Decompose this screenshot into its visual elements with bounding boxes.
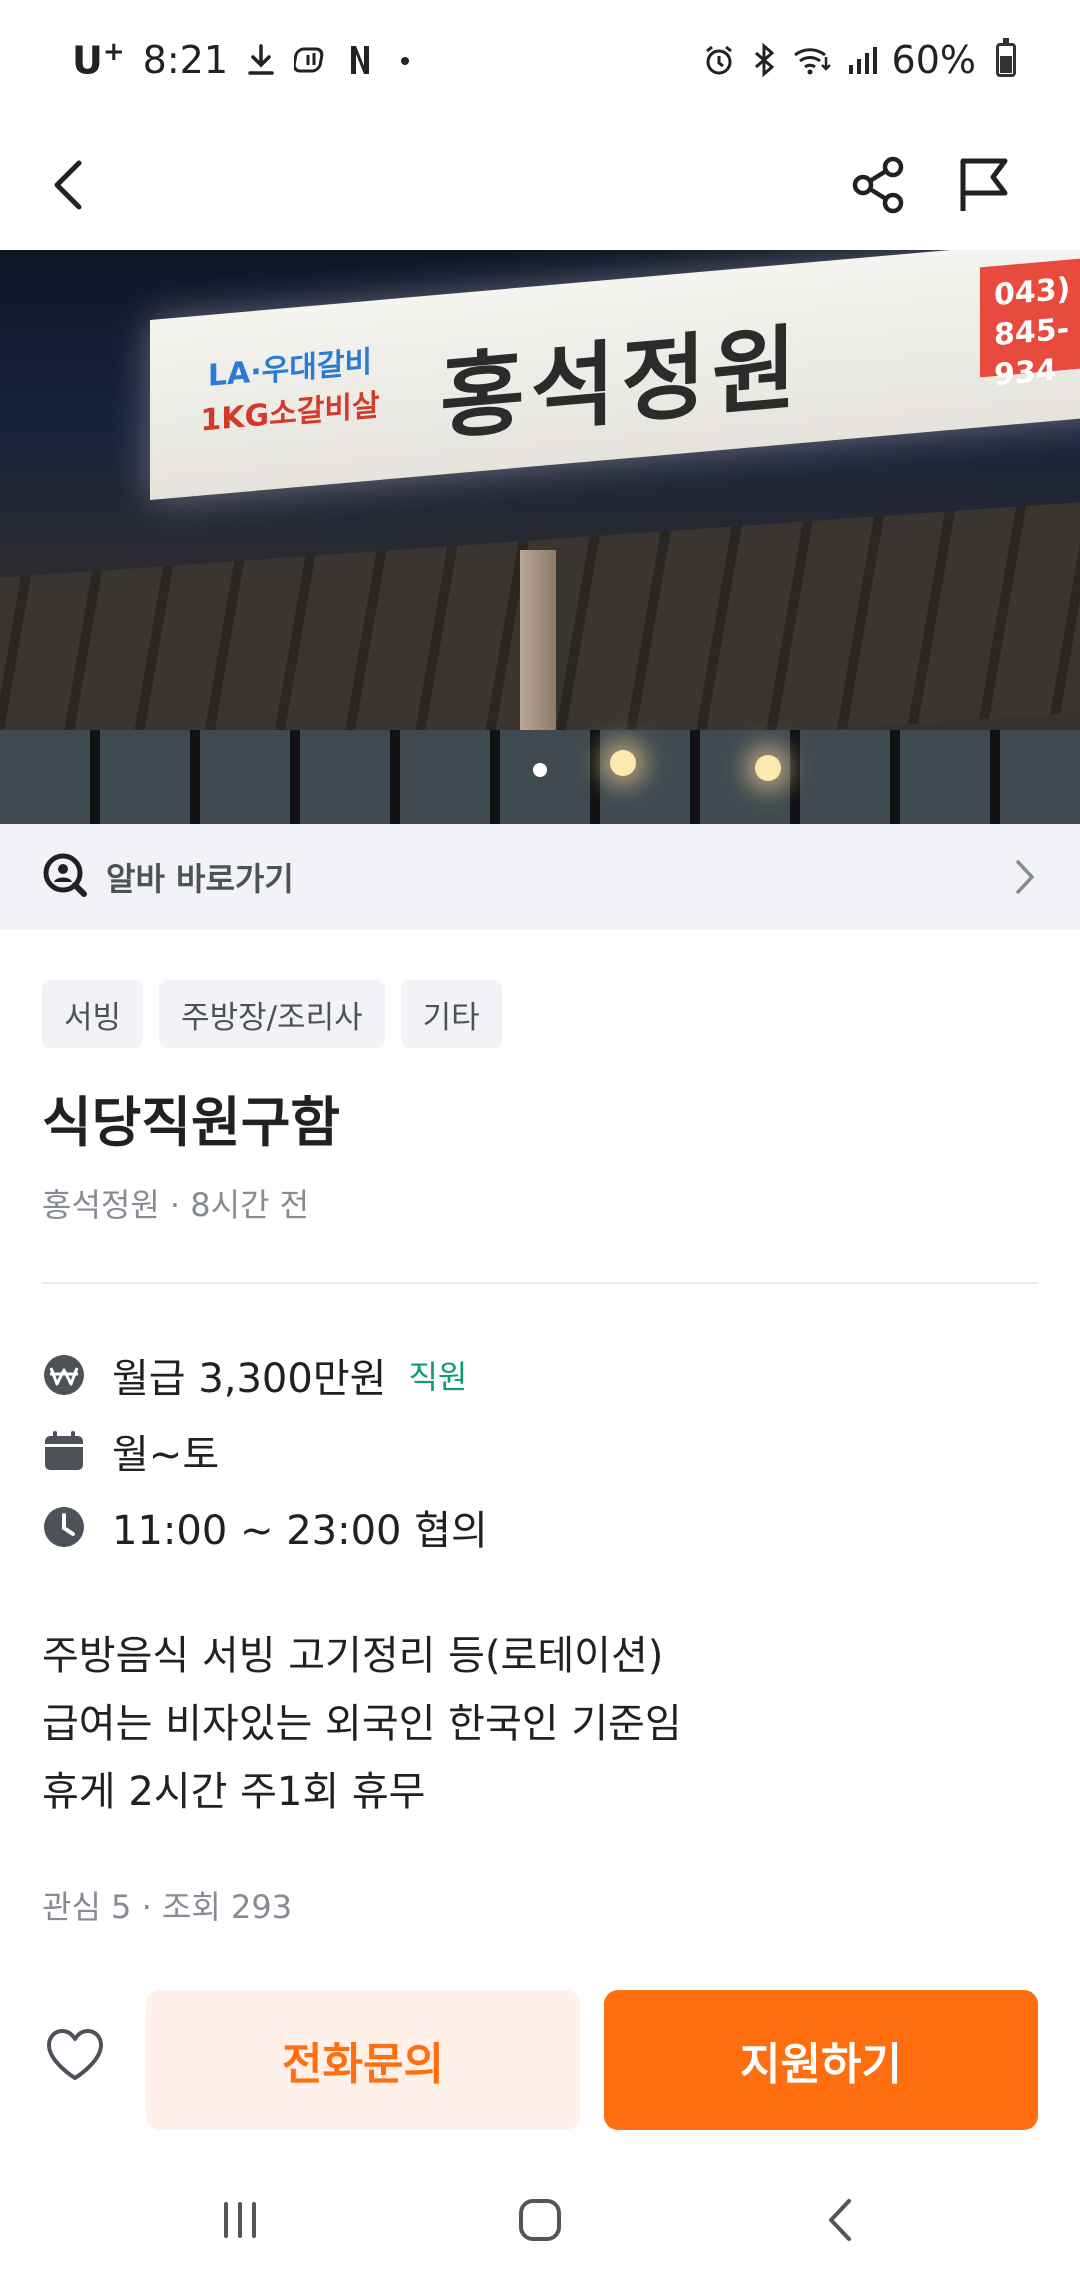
sign-name: 홍석정원	[440, 312, 803, 453]
share-icon[interactable]	[834, 140, 924, 230]
call-inquiry-button[interactable]: 전화문의	[146, 1990, 580, 2130]
battery-icon	[996, 38, 1016, 77]
alarm-icon	[702, 43, 736, 77]
netflix-icon	[348, 43, 372, 77]
days-row: 월~토	[42, 1422, 219, 1480]
wifi-icon	[792, 43, 832, 77]
status-time: 8:21	[142, 38, 228, 82]
dot-icon	[390, 43, 420, 77]
category-tags: 서빙 주방장/조리사 기타	[42, 980, 502, 1048]
hours-text: 11:00 ~ 23:00 협의	[112, 1508, 488, 1554]
won-icon	[42, 1353, 86, 1397]
app-icon	[294, 43, 330, 77]
search-person-icon	[42, 852, 88, 902]
days-text: 월~토	[112, 1432, 220, 1478]
system-back-icon[interactable]	[800, 2190, 880, 2250]
apply-button[interactable]: 지원하기	[604, 1990, 1038, 2130]
hours-row: 11:00 ~ 23:00 협의	[42, 1498, 488, 1556]
post-description: 주방음식 서빙 고기정리 등(로테이션) 급여는 비자있는 외국인 한국인 기준…	[42, 1622, 682, 1826]
clock-icon	[42, 1505, 86, 1549]
tag-serving: 서빙	[42, 980, 144, 1048]
description-line: 휴게 2시간 주1회 휴무	[42, 1769, 426, 1815]
chevron-right-icon	[1014, 858, 1038, 900]
heart-icon[interactable]	[40, 2020, 110, 2090]
pay-badge: 직원	[408, 1358, 468, 1396]
post-stats: 관심 5 · 조회 293	[42, 1888, 293, 1926]
download-icon	[246, 43, 276, 77]
restaurant-sign: LA·우대갈비 1KG소갈비살 홍석정원 043) 845-934	[150, 250, 1080, 500]
carrier-label: U+	[72, 37, 125, 83]
alba-shortcut-bar[interactable]: 알바 바로가기	[0, 824, 1080, 930]
description-line: 급여는 비자있는 외국인 한국인 기준임	[42, 1701, 682, 1747]
calendar-icon	[42, 1429, 86, 1473]
pay-row: 월급 3,300만원 직원	[42, 1346, 467, 1404]
post-meta: 홍석정원 · 8시간 전	[42, 1186, 310, 1224]
back-icon[interactable]	[24, 140, 114, 230]
bluetooth-icon	[750, 43, 778, 77]
sign-phone: 043) 845-934	[980, 253, 1080, 393]
signal-icon	[846, 43, 878, 77]
tag-etc: 기타	[400, 980, 502, 1048]
battery-percent: 60%	[891, 38, 976, 82]
pay-text: 월급 3,300만원	[112, 1356, 387, 1402]
carousel-dot	[533, 763, 547, 777]
top-nav	[0, 120, 1080, 250]
divider	[42, 1282, 1038, 1284]
description-line: 주방음식 서빙 고기정리 등(로테이션)	[42, 1633, 664, 1679]
hero-image[interactable]: LA·우대갈비 1KG소갈비살 홍석정원 043) 845-934	[0, 250, 1080, 824]
home-icon[interactable]	[500, 2190, 580, 2250]
tag-chef: 주방장/조리사	[159, 980, 385, 1048]
recent-apps-icon[interactable]	[200, 2190, 280, 2250]
post-title: 식당직원구함	[42, 1091, 341, 1154]
system-nav-bar	[0, 2160, 1080, 2280]
shortcut-label: 알바 바로가기	[106, 860, 294, 898]
report-flag-icon[interactable]	[938, 140, 1028, 230]
status-bar: U+ 8:21 60%	[0, 0, 1080, 120]
